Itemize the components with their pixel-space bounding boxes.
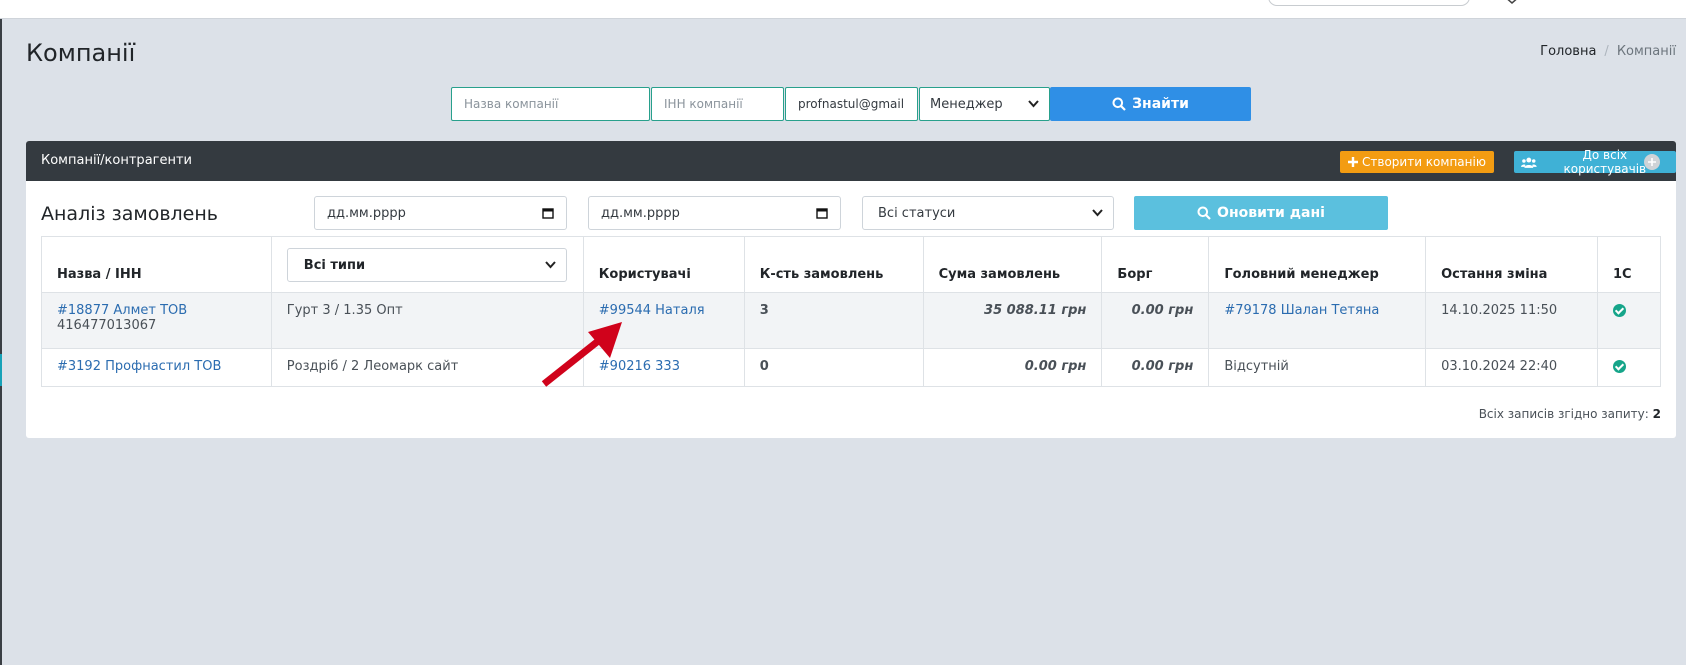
chevron-down-icon <box>545 261 556 269</box>
search-icon <box>1197 206 1211 220</box>
type-filter-select[interactable]: Всі типи <box>286 248 567 282</box>
date-from-input[interactable]: дд.мм.рррр <box>314 196 567 230</box>
check-circle-icon <box>1612 360 1626 373</box>
col-orders-count-header[interactable]: К-сть замовлень <box>743 236 924 293</box>
collapse-icon <box>1648 158 1656 166</box>
breadcrumb-separator: / <box>1604 44 1609 59</box>
cell-manager: #79178 Шалан Тетяна <box>1208 292 1427 349</box>
cell-onec <box>1596 292 1662 349</box>
check-circle-icon <box>1612 304 1626 317</box>
cell-type: Гурт 3 / 1.35 Опт <box>270 292 584 349</box>
chevron-down-icon <box>1028 100 1039 108</box>
company-inn: 416477013067 <box>57 318 157 333</box>
sidebar-edge-active <box>0 354 2 386</box>
breadcrumb-current: Компанії <box>1616 44 1676 59</box>
cell-debt: 0.00 грн <box>1101 348 1210 387</box>
records-total: Всіх записів згідно запиту: 2 <box>1479 407 1661 421</box>
cell-orders-count: 3 <box>743 292 924 349</box>
card-title: Компанії/контрагенти <box>41 153 193 168</box>
col-debt-header[interactable]: Борг <box>1101 236 1210 293</box>
status-select[interactable]: Всі статуси <box>862 196 1114 230</box>
date-to-placeholder: дд.мм.рррр <box>601 205 680 221</box>
date-from-placeholder: дд.мм.рррр <box>327 205 406 221</box>
navbar-search-input[interactable] <box>1268 0 1470 6</box>
inn-input[interactable] <box>651 87 784 121</box>
email-input[interactable] <box>785 87 918 121</box>
type-filter-value: Всі типи <box>303 257 366 273</box>
cell-type: Роздріб / 2 Леомарк сайт <box>270 348 584 387</box>
records-total-value: 2 <box>1652 407 1661 421</box>
manager-link[interactable]: #79178 Шалан Тетяна <box>1224 303 1379 318</box>
plus-icon <box>1348 157 1358 167</box>
chevron-down-icon <box>1092 209 1103 217</box>
card-header: Компанії/контрагенти Створити компанію Д… <box>26 141 1676 181</box>
breadcrumb-home[interactable]: Головна <box>1540 44 1596 59</box>
cell-orders-sum: 0.00 грн <box>922 348 1103 387</box>
cell-last-change: 03.10.2024 22:40 <box>1425 348 1598 387</box>
companies-card: Компанії/контрагенти Створити компанію Д… <box>26 141 1676 438</box>
manager-select-value: Менеджер <box>930 96 1003 112</box>
card-collapse-toggle[interactable] <box>1644 154 1660 170</box>
col-manager-header[interactable]: Головний менеджер <box>1208 236 1427 293</box>
users-icon <box>1521 157 1537 168</box>
col-users-header[interactable]: Користувачі <box>582 236 745 293</box>
cell-manager: Відсутній <box>1208 348 1427 387</box>
cell-orders-count: 0 <box>743 348 924 387</box>
create-company-button[interactable]: Створити компанію <box>1340 151 1494 173</box>
create-company-label: Створити компанію <box>1362 155 1486 169</box>
col-last-change-header[interactable]: Остання зміна <box>1425 236 1598 293</box>
cell-name: #18877 Алмет ТОВ 416477013067 <box>41 292 272 349</box>
companies-table: Назва / ІНН Всі типи Користувачі К-сть з… <box>41 236 1662 387</box>
cell-orders-sum: 35 088.11 грн <box>922 292 1103 349</box>
calendar-icon[interactable] <box>542 207 554 219</box>
table-row: #3192 Профнастил ТОВ Роздріб / 2 Леомарк… <box>41 348 1662 387</box>
breadcrumb: Головна / Компанії <box>1540 44 1676 59</box>
user-menu-icon[interactable] <box>1500 0 1524 6</box>
records-total-label: Всіх записів згідно запиту: <box>1478 407 1649 421</box>
refresh-data-button[interactable]: Оновити дані <box>1134 196 1388 230</box>
company-link[interactable]: #3192 Профнастил ТОВ <box>57 359 256 374</box>
cell-last-change: 14.10.2025 11:50 <box>1425 292 1598 349</box>
status-select-value: Всі статуси <box>878 205 956 221</box>
cell-name: #3192 Профнастил ТОВ <box>41 348 272 387</box>
col-onec-header[interactable]: 1С <box>1596 236 1662 293</box>
search-icon <box>1112 97 1126 111</box>
analysis-title: Аналіз замовлень <box>41 203 218 225</box>
calendar-icon[interactable] <box>816 207 828 219</box>
cell-onec <box>1596 348 1662 387</box>
user-link[interactable]: #99544 Наталя <box>599 303 705 318</box>
top-navbar <box>0 0 1686 19</box>
company-link[interactable]: #18877 Алмет ТОВ <box>57 303 256 318</box>
table-header-row: Назва / ІНН Всі типи Користувачі К-сть з… <box>41 236 1662 293</box>
col-orders-sum-header[interactable]: Сума замовлень <box>922 236 1103 293</box>
col-name-header[interactable]: Назва / ІНН <box>41 236 272 293</box>
date-to-input[interactable]: дд.мм.рррр <box>588 196 841 230</box>
sidebar-edge <box>0 19 2 665</box>
manager-select[interactable]: Менеджер <box>919 87 1050 121</box>
refresh-data-label: Оновити дані <box>1217 205 1325 221</box>
page-title: Компанії <box>26 39 136 67</box>
table-row: #18877 Алмет ТОВ 416477013067 Гурт 3 / 1… <box>41 292 1662 349</box>
find-button[interactable]: Знайти <box>1050 87 1251 121</box>
col-type-header: Всі типи <box>270 236 584 293</box>
cell-debt: 0.00 грн <box>1101 292 1210 349</box>
annotation-arrow-icon <box>541 322 622 387</box>
find-button-label: Знайти <box>1132 96 1189 112</box>
company-name-input[interactable] <box>451 87 650 121</box>
